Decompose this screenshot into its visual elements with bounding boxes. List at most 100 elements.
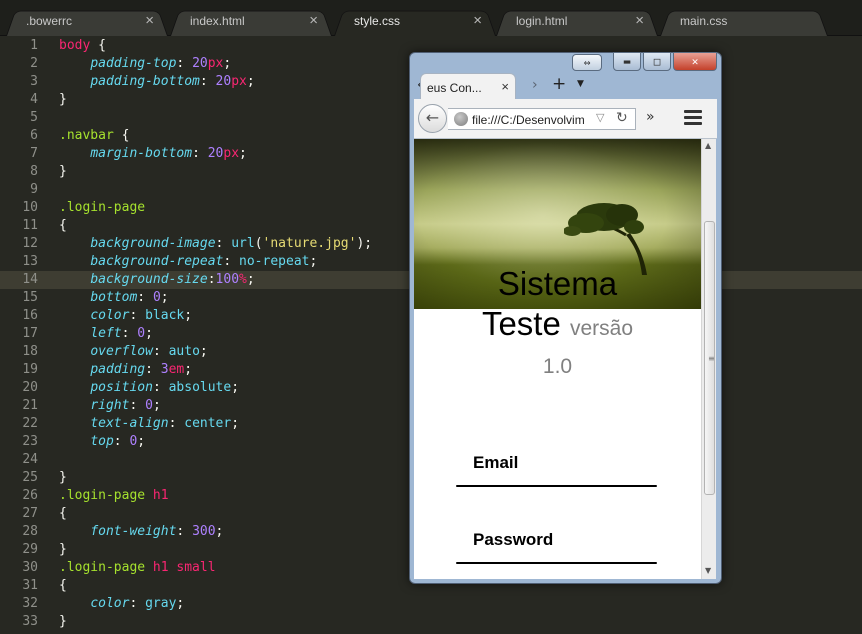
line-number: 1: [30, 38, 38, 53]
tab-style-css[interactable]: style.css ×: [334, 7, 496, 37]
restore-icon[interactable]: ⇔: [572, 54, 602, 71]
email-field[interactable]: [456, 485, 657, 487]
minimize-icon[interactable]: ▬: [613, 52, 641, 71]
maximize-icon[interactable]: □: [643, 52, 671, 71]
property: color: [90, 596, 130, 611]
tag: h1: [152, 488, 169, 503]
property: text-align: [90, 416, 169, 431]
line-number: 23: [22, 434, 38, 449]
grip-icon: ≡: [708, 354, 715, 363]
property: margin-bottom: [90, 146, 193, 161]
browser-navigation-bar: ← file:///C:/Desenvolvim ▽ ↻ »: [414, 99, 717, 139]
number: 20: [192, 56, 208, 71]
tab-list-icon[interactable]: ▼: [577, 79, 584, 89]
property: background-size: [90, 272, 208, 287]
number: 3: [160, 362, 169, 377]
globe-icon: [454, 112, 468, 126]
unit: %: [239, 272, 247, 287]
number: 100: [215, 272, 240, 287]
value: auto: [168, 344, 200, 359]
close-icon[interactable]: ×: [145, 12, 154, 29]
line-number: 21: [22, 398, 38, 413]
brace: }: [59, 470, 67, 485]
password-field[interactable]: [456, 562, 657, 564]
overflow-icon[interactable]: »: [646, 109, 655, 125]
string: 'nature.jpg': [262, 236, 357, 251]
line-number: 9: [30, 182, 38, 197]
password-label: Password: [473, 530, 554, 549]
url-bar[interactable]: file:///C:/Desenvolvim ▽ ↻: [448, 108, 636, 130]
brace: }: [59, 164, 67, 179]
value: absolute: [168, 380, 232, 395]
unit: px: [207, 56, 224, 71]
brace: }: [59, 542, 67, 557]
close-icon[interactable]: ×: [473, 12, 482, 29]
line-number: 12: [22, 236, 38, 251]
line-number: 17: [22, 326, 38, 341]
back-arrow-icon[interactable]: ←: [418, 104, 447, 133]
bookmark-icon[interactable]: ▽: [596, 111, 604, 124]
reload-icon[interactable]: ↻: [616, 110, 628, 126]
new-tab-icon[interactable]: +: [552, 74, 566, 94]
line-number: 2: [30, 56, 38, 71]
tab-label: index.html: [190, 14, 245, 28]
page-scrollbar[interactable]: ▲ ≡ ▼: [701, 139, 716, 579]
hamburger-menu-icon[interactable]: [684, 110, 702, 128]
tab-login-html[interactable]: login.html ×: [496, 7, 658, 37]
browser-tab[interactable]: eus Con... ×: [420, 73, 516, 101]
property: overflow: [90, 344, 153, 359]
scrollbar-thumb[interactable]: ≡: [704, 221, 715, 495]
scroll-down-icon[interactable]: ▼: [705, 566, 711, 575]
close-window-icon[interactable]: ✕: [673, 52, 717, 71]
value: gray: [145, 596, 177, 611]
scroll-up-icon[interactable]: ▲: [705, 141, 711, 150]
line-number: 24: [22, 452, 38, 467]
brace: }: [59, 614, 67, 629]
browser-tab-row: ‹ eus Con... × › + ▼: [414, 71, 717, 101]
line-number: 27: [22, 506, 38, 521]
line-number: 31: [22, 578, 38, 593]
property: padding-top: [90, 56, 177, 71]
tag: h1 small: [152, 560, 216, 575]
tab-bowerrc[interactable]: .bowerrc ×: [6, 7, 168, 37]
line-number: 4: [30, 92, 38, 107]
number: 0: [137, 326, 146, 341]
brace: }: [59, 92, 67, 107]
brace: {: [59, 506, 67, 521]
value: black: [145, 308, 185, 323]
line-number: 30: [22, 560, 38, 575]
value: center: [184, 416, 232, 431]
number: 20: [207, 146, 224, 161]
line-number: 15: [22, 290, 38, 305]
brace: {: [59, 218, 67, 233]
browser-tab-title: eus Con...: [427, 81, 482, 95]
page-title-line1: Sistema: [497, 265, 618, 302]
line-number: 22: [22, 416, 38, 431]
code-line: color: gray;: [90, 596, 185, 611]
line-number: 13: [22, 254, 38, 269]
tab-label: login.html: [516, 14, 568, 28]
number: 0: [152, 290, 161, 305]
close-icon[interactable]: ×: [309, 12, 318, 29]
tab-main-css[interactable]: main.css ×: [660, 7, 828, 37]
close-icon[interactable]: ×: [501, 79, 509, 94]
brace: {: [113, 128, 130, 143]
tab-index-html[interactable]: index.html ×: [170, 7, 332, 37]
line-number: 16: [22, 308, 38, 323]
line-number: 25: [22, 470, 38, 485]
page-title-line2: Teste versão: [414, 305, 701, 343]
url-text: file:///C:/Desenvolvim: [472, 113, 585, 127]
selector: .login-page: [59, 488, 146, 503]
editor-tab-bar: .bowerrc × index.html × login.html × mai…: [0, 0, 862, 37]
line-number: 7: [30, 146, 38, 161]
line-number: 5: [30, 110, 38, 125]
line-number: 10: [22, 200, 38, 215]
close-icon[interactable]: ×: [635, 12, 644, 29]
page-title-word: Teste: [481, 305, 561, 342]
chevron-right-icon[interactable]: ›: [532, 77, 538, 93]
selector: .login-page: [59, 200, 146, 215]
tree-illustration: [564, 203, 647, 275]
brace: {: [90, 38, 106, 53]
property: background-repeat: [90, 254, 224, 269]
selector: .login-page: [59, 560, 146, 575]
